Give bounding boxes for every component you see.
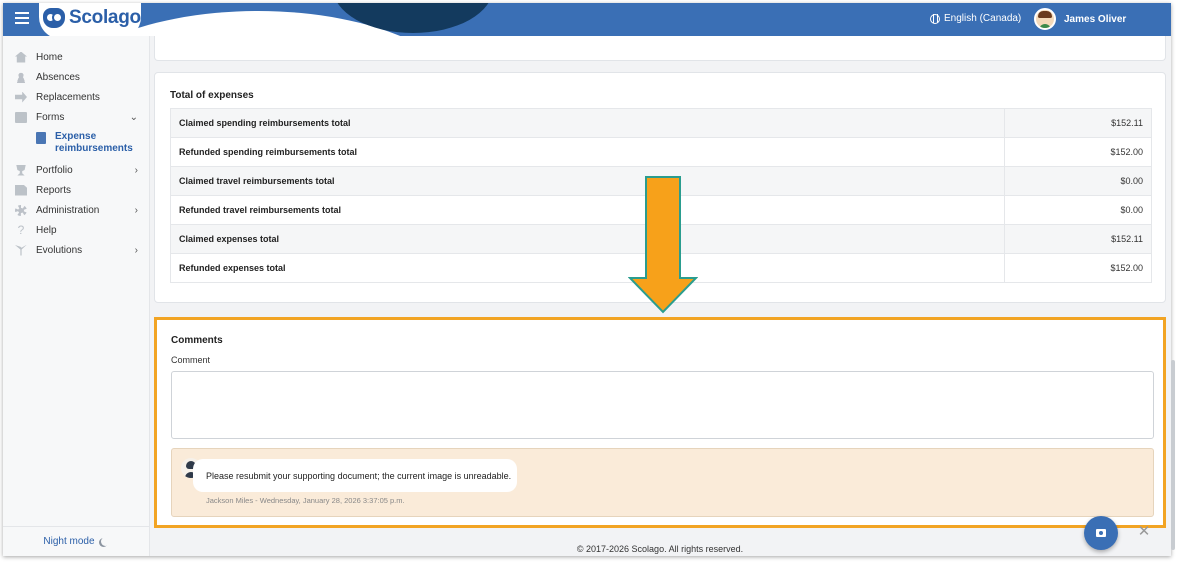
owl-logo-icon [43, 8, 65, 28]
trophy-icon [16, 164, 26, 176]
comment-input[interactable] [171, 371, 1154, 439]
previous-section-card [154, 36, 1166, 61]
user-avatar [1034, 8, 1056, 30]
home-icon [15, 51, 27, 63]
sidebar-item-evolutions[interactable]: Evolutions › [15, 241, 140, 259]
comment-text: Please resubmit your supporting document… [206, 470, 512, 481]
report-icon [15, 184, 27, 196]
language-selector[interactable]: English (Canada) [930, 13, 1021, 24]
user-menu[interactable]: James Oliver [1034, 8, 1126, 30]
row-label: Claimed expenses total [170, 224, 1005, 254]
document-icon [36, 132, 46, 144]
globe-icon [930, 13, 940, 24]
chevron-down-icon: ⌄ [129, 112, 138, 123]
sidebar-item-forms[interactable]: Forms ⌄ [15, 108, 140, 126]
hamburger-menu-icon[interactable] [15, 12, 29, 24]
sidebar-subitem-expense-reimbursements[interactable]: Expense reimbursements [36, 131, 135, 155]
row-value: $152.00 [1004, 253, 1152, 283]
camera-icon [1096, 529, 1106, 537]
form-icon [15, 111, 27, 123]
row-label: Refunded spending reimbursements total [170, 137, 1005, 167]
top-header: Scolago English (Canada) James Oliver [3, 3, 1171, 36]
row-label: Claimed travel reimbursements total [170, 166, 1005, 196]
row-value: $0.00 [1004, 166, 1152, 196]
camera-fab-button[interactable] [1084, 516, 1118, 550]
row-label: Refunded expenses total [170, 253, 1005, 283]
chevron-right-icon: › [134, 165, 138, 176]
sidebar-item-help[interactable]: ? Help [15, 221, 140, 239]
gear-icon [15, 204, 27, 216]
night-mode-label: Night mode [43, 536, 95, 547]
comment-field-label: Comment [171, 355, 211, 365]
sidebar-item-reports[interactable]: Reports [15, 181, 140, 199]
sidebar-item-absences[interactable]: Absences [15, 68, 140, 86]
sidebar-item-administration[interactable]: Administration › [15, 201, 140, 219]
table-row: Claimed spending reimbursements total $1… [170, 108, 1152, 138]
row-label: Claimed spending reimbursements total [170, 108, 1005, 138]
language-label: English (Canada) [944, 13, 1022, 24]
comments-card: Comments Comment Please resubmit your su… [154, 317, 1166, 528]
section-title: Total of expenses [170, 90, 254, 101]
row-value: $152.00 [1004, 137, 1152, 167]
app-window: Scolago English (Canada) James Oliver Ho… [3, 3, 1171, 556]
logo-text: Scolago [69, 7, 141, 28]
chevron-right-icon: › [134, 205, 138, 216]
comment-thread: Please resubmit your supporting document… [171, 448, 1154, 517]
vertical-scrollbar[interactable] [1171, 360, 1175, 550]
sidebar: Home Absences Replacements Forms ⌄ Expen… [3, 36, 150, 556]
close-icon[interactable]: ✕ [1131, 519, 1157, 545]
comment-meta: Jackson Miles - Wednesday, January 28, 2… [206, 496, 405, 505]
row-value: $152.11 [1004, 224, 1152, 254]
row-value: $152.11 [1004, 108, 1152, 138]
plant-icon [15, 244, 27, 256]
comment-bubble: Please resubmit your supporting document… [193, 459, 518, 492]
down-arrow-icon [628, 176, 698, 314]
row-value: $0.00 [1004, 195, 1152, 225]
sidebar-item-portfolio[interactable]: Portfolio › [15, 161, 140, 179]
moon-icon [101, 537, 110, 546]
sidebar-item-replacements[interactable]: Replacements [15, 88, 140, 106]
row-label: Refunded travel reimbursements total [170, 195, 1005, 225]
swap-icon [15, 91, 27, 103]
table-row: Refunded spending reimbursements total $… [170, 137, 1152, 167]
night-mode-toggle[interactable]: Night mode [3, 526, 150, 556]
chevron-right-icon: › [134, 245, 138, 256]
scolago-logo[interactable]: Scolago [39, 3, 141, 36]
comments-title: Comments [171, 335, 223, 346]
help-icon: ? [17, 222, 25, 237]
footer-copyright: © 2017-2026 Scolago. All rights reserved… [576, 544, 744, 554]
sidebar-item-home[interactable]: Home [15, 48, 140, 66]
person-icon [15, 71, 27, 83]
user-name: James Oliver [1064, 13, 1127, 25]
